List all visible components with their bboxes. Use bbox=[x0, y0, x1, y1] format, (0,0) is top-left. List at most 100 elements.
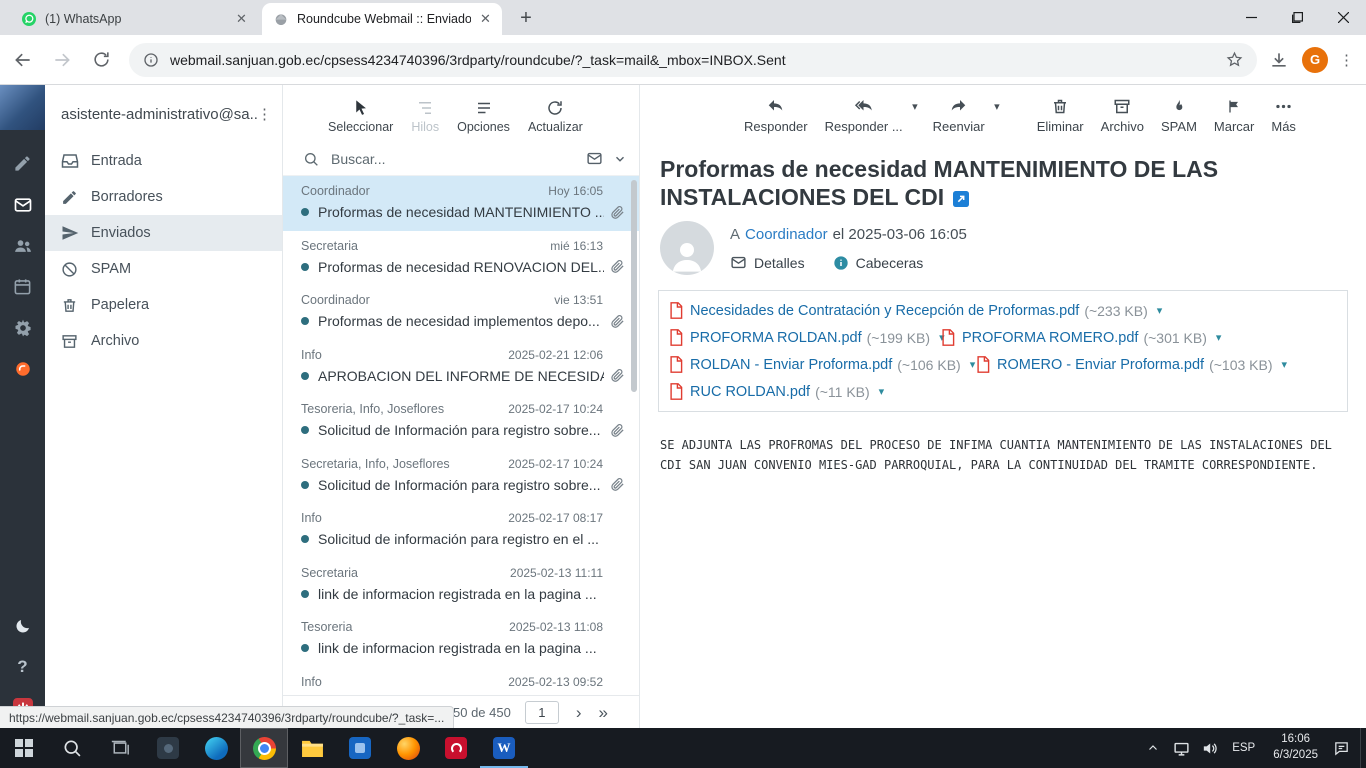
delete-button[interactable]: Eliminar bbox=[1037, 95, 1084, 134]
message-row[interactable]: Info2025-02-21 12:06 APROBACION DEL INFO… bbox=[283, 340, 639, 395]
browser-menu-icon[interactable]: ⋮ bbox=[1339, 51, 1354, 69]
attachment-menu-caret-icon[interactable]: ▾ bbox=[879, 385, 885, 398]
dark-mode-moon-icon[interactable] bbox=[0, 605, 45, 646]
more-button[interactable]: Más bbox=[1271, 95, 1296, 134]
attachment-name[interactable]: ROMERO - Enviar Proforma.pdf bbox=[997, 357, 1204, 373]
message-row[interactable]: Secretaria2025-02-13 11:11 link de infor… bbox=[283, 558, 639, 613]
reply-all-button[interactable]: Responder ... ▾ bbox=[825, 95, 903, 134]
attachment-item[interactable]: PROFORMA ROMERO.pdf (~301 KB) ▾ bbox=[941, 329, 1221, 346]
action-center-icon[interactable] bbox=[1327, 728, 1355, 768]
bookmark-star-icon[interactable] bbox=[1226, 51, 1243, 68]
new-tab-button[interactable]: + bbox=[512, 4, 540, 32]
edge-icon[interactable] bbox=[192, 728, 240, 768]
spam-button[interactable]: SPAM bbox=[1161, 95, 1197, 134]
tray-expand-icon[interactable] bbox=[1139, 728, 1167, 768]
url-text[interactable]: webmail.sanjuan.gob.ec/cpsess4234740396/… bbox=[170, 52, 1218, 68]
attachment-name[interactable]: PROFORMA ROLDAN.pdf bbox=[690, 330, 862, 346]
word-icon[interactable]: W bbox=[480, 728, 528, 768]
start-button[interactable] bbox=[0, 728, 48, 768]
folder-options-icon[interactable]: ⋮ bbox=[257, 105, 272, 123]
window-maximize-button[interactable] bbox=[1274, 0, 1320, 35]
page-input[interactable] bbox=[525, 701, 559, 724]
contacts-icon[interactable] bbox=[0, 225, 45, 266]
archive-button[interactable]: Archivo bbox=[1101, 95, 1144, 134]
sidebar-item-spam[interactable]: SPAM bbox=[45, 251, 282, 287]
next-page-icon[interactable]: › bbox=[576, 704, 582, 721]
help-icon[interactable]: ? bbox=[0, 646, 45, 687]
attachment-item[interactable]: ROMERO - Enviar Proforma.pdf (~103 KB) ▾ bbox=[976, 356, 1287, 373]
attachment-item[interactable]: ROLDAN - Enviar Proforma.pdf (~106 KB) ▾ bbox=[669, 356, 976, 373]
select-button[interactable]: Seleccionar bbox=[328, 95, 393, 134]
details-link[interactable]: Detalles bbox=[754, 255, 805, 271]
back-button[interactable] bbox=[7, 44, 39, 76]
message-row[interactable]: Secretaria, Info, Joseflores2025-02-17 1… bbox=[283, 449, 639, 504]
last-page-icon[interactable]: » bbox=[599, 704, 608, 721]
attachment-name[interactable]: ROLDAN - Enviar Proforma.pdf bbox=[690, 357, 892, 373]
recipient-link[interactable]: Coordinador bbox=[745, 226, 828, 243]
network-icon[interactable] bbox=[1167, 728, 1195, 768]
attachment-name[interactable]: RUC ROLDAN.pdf bbox=[690, 384, 810, 400]
acrobat-icon[interactable] bbox=[432, 728, 480, 768]
taskbar-clock[interactable]: 16:06 6/3/2025 bbox=[1264, 732, 1327, 763]
volume-icon[interactable] bbox=[1195, 728, 1223, 768]
message-row[interactable]: CoordinadorHoy 16:05 Proformas de necesi… bbox=[283, 176, 639, 231]
search-options-caret-icon[interactable] bbox=[613, 152, 627, 166]
search-bar[interactable] bbox=[283, 142, 639, 176]
window-close-button[interactable] bbox=[1320, 0, 1366, 35]
message-row[interactable]: Secretariamié 16:13 Proformas de necesid… bbox=[283, 231, 639, 286]
attachment-name[interactable]: PROFORMA ROMERO.pdf bbox=[962, 330, 1138, 346]
window-minimize-button[interactable] bbox=[1228, 0, 1274, 35]
message-row[interactable]: Info2025-02-13 09:52 bbox=[283, 667, 639, 696]
cpanel-icon[interactable] bbox=[0, 348, 45, 389]
attachment-menu-caret-icon[interactable]: ▾ bbox=[1282, 358, 1288, 371]
reload-button[interactable] bbox=[85, 44, 117, 76]
downloads-icon[interactable] bbox=[1269, 50, 1289, 70]
forward-menu-caret-icon[interactable]: ▾ bbox=[994, 100, 1000, 113]
task-view-icon[interactable] bbox=[96, 728, 144, 768]
calendar-icon[interactable] bbox=[0, 266, 45, 307]
language-indicator[interactable]: ESP bbox=[1223, 742, 1264, 754]
reply-all-menu-caret-icon[interactable]: ▾ bbox=[912, 100, 918, 113]
tab-whatsapp[interactable]: (1) WhatsApp ✕ bbox=[10, 3, 258, 35]
tab-roundcube[interactable]: Roundcube Webmail :: Enviado... ✕ bbox=[262, 3, 502, 35]
forward-button[interactable] bbox=[46, 44, 78, 76]
taskbar-search-icon[interactable] bbox=[48, 728, 96, 768]
threads-button[interactable]: Hilos bbox=[411, 95, 439, 134]
mark-button[interactable]: Marcar bbox=[1214, 95, 1254, 134]
attachment-item[interactable]: RUC ROLDAN.pdf (~11 KB) ▾ bbox=[669, 383, 884, 400]
file-explorer-icon[interactable] bbox=[288, 728, 336, 768]
sidebar-item-enviados[interactable]: Enviados bbox=[45, 215, 282, 251]
attachment-item[interactable]: PROFORMA ROLDAN.pdf (~199 KB) ▾ bbox=[669, 329, 941, 346]
open-in-new-window-icon[interactable] bbox=[953, 191, 969, 207]
options-button[interactable]: Opciones bbox=[457, 95, 510, 134]
attachment-item[interactable]: Necesidades de Contratación y Recepción … bbox=[669, 302, 1162, 319]
tab-close-icon[interactable]: ✕ bbox=[477, 11, 494, 28]
chrome-icon[interactable] bbox=[240, 728, 288, 768]
profile-avatar[interactable]: G bbox=[1302, 47, 1328, 73]
firefox-icon[interactable] bbox=[384, 728, 432, 768]
message-row[interactable]: Tesoreria, Info, Joseflores2025-02-17 10… bbox=[283, 394, 639, 449]
attachment-menu-caret-icon[interactable]: ▾ bbox=[970, 358, 976, 371]
attachment-name[interactable]: Necesidades de Contratación y Recepción … bbox=[690, 303, 1079, 319]
list-scrollbar[interactable] bbox=[631, 180, 637, 392]
blue-app-icon[interactable] bbox=[336, 728, 384, 768]
message-row[interactable]: Tesoreria2025-02-13 11:08 link de inform… bbox=[283, 612, 639, 667]
search-scope-mail-icon[interactable] bbox=[586, 150, 603, 167]
address-bar[interactable]: webmail.sanjuan.gob.ec/cpsess4234740396/… bbox=[129, 43, 1257, 77]
search-input[interactable] bbox=[331, 151, 586, 167]
sidebar-item-papelera[interactable]: Papelera bbox=[45, 287, 282, 323]
site-info-icon[interactable] bbox=[143, 52, 159, 68]
compose-icon[interactable] bbox=[0, 143, 45, 184]
attachment-menu-caret-icon[interactable]: ▾ bbox=[1216, 331, 1222, 344]
headers-link[interactable]: Cabeceras bbox=[856, 255, 924, 271]
message-row[interactable]: Info2025-02-17 08:17 Solicitud de inform… bbox=[283, 503, 639, 558]
account-header[interactable]: asistente-administrativo@sa... ⋮ bbox=[45, 85, 282, 143]
message-row[interactable]: Coordinadorvie 13:51 Proformas de necesi… bbox=[283, 285, 639, 340]
mail-icon[interactable] bbox=[0, 184, 45, 225]
show-desktop-button[interactable] bbox=[1360, 728, 1366, 768]
tab-close-icon[interactable]: ✕ bbox=[233, 11, 250, 28]
sidebar-item-borradores[interactable]: Borradores bbox=[45, 179, 282, 215]
attachment-menu-caret-icon[interactable]: ▾ bbox=[1157, 304, 1163, 317]
dark-app-icon[interactable] bbox=[144, 728, 192, 768]
sidebar-item-entrada[interactable]: Entrada bbox=[45, 143, 282, 179]
